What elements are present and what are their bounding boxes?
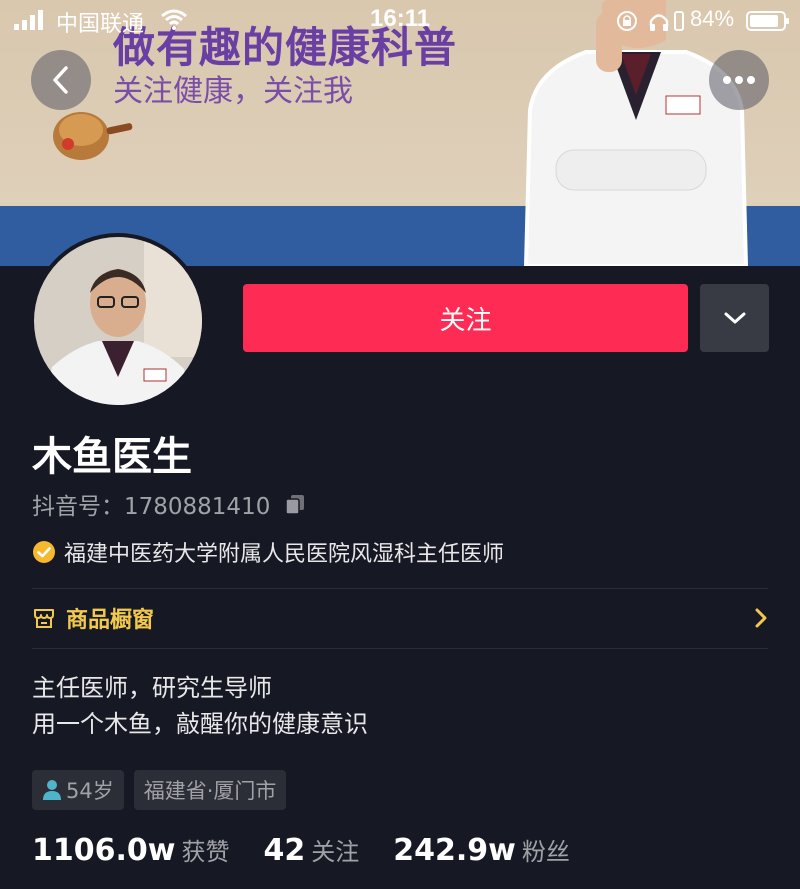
profile-tags: 54岁 福建省·厦门市 <box>32 770 287 810</box>
chevron-right-icon <box>755 608 767 628</box>
recommend-dropdown-button[interactable] <box>700 284 769 352</box>
shop-window-label: 商品橱窗 <box>66 608 155 633</box>
battery-icon <box>746 11 789 31</box>
person-icon <box>43 780 61 800</box>
bio-line: 主任医师，研究生导师 <box>32 674 272 702</box>
chevron-down-icon <box>724 312 745 324</box>
copy-icon[interactable] <box>284 493 306 515</box>
signal-icon <box>14 10 43 30</box>
profile-stats: 1106.0w 获赞 42 关注 242.9w 粉丝 <box>32 832 604 868</box>
age-text: 54岁 <box>66 779 114 803</box>
stat-label: 获赞 <box>181 838 230 866</box>
shop-window-entry[interactable]: 商品橱窗 <box>32 592 770 644</box>
battery-percent: 84% <box>690 6 735 31</box>
certification-text: 福建中医药大学附属人民医院风湿科主任医师 <box>64 542 505 567</box>
divider <box>32 648 768 649</box>
stat-value: 242.9w <box>393 833 516 868</box>
bio-line: 用一个木鱼，敲醒你的健康意识 <box>32 710 368 738</box>
uid-row: 抖音号：1780881410 <box>32 487 306 521</box>
ellipsis-icon <box>723 76 755 84</box>
avatar-photo <box>34 237 202 405</box>
stat-value: 1106.0w <box>32 833 176 868</box>
vibrate-icon <box>674 11 684 31</box>
rotation-lock-icon <box>617 11 637 31</box>
stat-label: 粉丝 <box>521 838 570 866</box>
back-button[interactable] <box>31 50 91 110</box>
certification-row: 福建中医药大学附属人民医院风湿科主任医师 <box>32 536 504 568</box>
stat-value: 42 <box>263 833 306 868</box>
status-bar: 中国联通 16:11 84% <box>0 0 800 40</box>
banner-subtitle: 关注健康，关注我 <box>113 74 353 109</box>
stat-followers[interactable]: 242.9w 粉丝 <box>393 832 570 868</box>
location-text: 福建省·厦门市 <box>143 779 277 803</box>
stat-following[interactable]: 42 关注 <box>263 832 359 868</box>
uid-text: 抖音号：1780881410 <box>32 494 271 520</box>
stat-likes[interactable]: 1106.0w 获赞 <box>32 832 229 868</box>
more-options-button[interactable] <box>709 50 769 110</box>
wifi-icon <box>161 9 187 30</box>
divider <box>32 588 768 589</box>
headphones-icon <box>649 14 669 31</box>
follow-button[interactable]: 关注 <box>243 284 688 352</box>
age-tag: 54岁 <box>32 770 124 810</box>
wooden-fish-mascot-icon <box>53 112 133 160</box>
bio: 主任医师，研究生导师 用一个木鱼，敲醒你的健康意识 <box>32 670 368 742</box>
status-time: 16:11 <box>370 5 431 32</box>
location-tag: 福建省·厦门市 <box>133 770 287 810</box>
stat-label: 关注 <box>311 838 360 866</box>
storefront-icon <box>34 609 54 628</box>
avatar[interactable] <box>30 233 206 409</box>
verified-badge-icon <box>33 541 55 563</box>
carrier-name: 中国联通 <box>56 12 145 37</box>
chevron-left-icon <box>53 66 68 94</box>
profile-name: 木鱼医生 <box>32 434 192 480</box>
